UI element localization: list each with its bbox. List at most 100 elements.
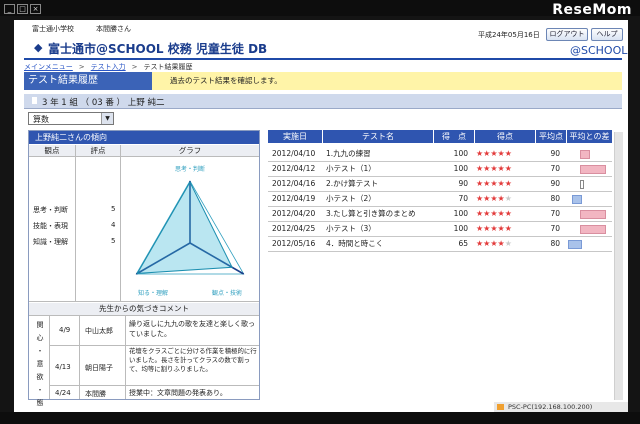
star-icon: ★ xyxy=(490,164,498,173)
radar-label-left: 知る・理解 xyxy=(138,289,168,297)
test-name: 4．時間と時こく xyxy=(326,239,384,248)
breadcrumb-main-menu[interactable]: メインメニュー xyxy=(24,63,73,71)
diamond-icon: ◆ xyxy=(34,41,43,54)
tendency-title: 上野純二さんの傾向 xyxy=(29,131,259,144)
breadcrumb-test-input[interactable]: テスト入力 xyxy=(91,63,126,71)
column-header-viewpoint: 観点 xyxy=(29,145,75,157)
category-char: ・ xyxy=(36,386,44,394)
test-name: 小テスト（2） xyxy=(326,194,376,203)
diff-bar xyxy=(580,210,606,219)
test-average: 80 xyxy=(550,239,560,248)
restore-icon[interactable]: □ xyxy=(17,4,28,14)
tendency-panel: 上野純二さんの傾向 観点 評点 グラフ 思考・判断 5 技能・表現 4 知識・理… xyxy=(28,130,260,407)
column-header-average: 平均点 xyxy=(536,130,566,143)
star-icon: ★ xyxy=(504,209,512,218)
chevron-right-icon: > xyxy=(78,63,85,71)
score-skill: 4 xyxy=(111,221,116,229)
test-score: 100 xyxy=(453,209,468,218)
star-icon: ★ xyxy=(504,224,512,233)
minimize-icon[interactable]: _ xyxy=(4,4,15,14)
teacher-name: 本間勝さん xyxy=(96,25,131,33)
test-name: 2.かけ算テスト xyxy=(326,179,379,188)
star-icon: ★ xyxy=(497,239,505,248)
student-bar: 3 年 1 組 （ 03 番 ） 上野 純二 xyxy=(24,94,622,109)
status-bar: PSC-PC(192.168.100.200) xyxy=(494,402,628,412)
score-stars: ★★★★★ xyxy=(476,223,512,234)
table-row: 2012/04/16 2.かけ算テスト 90 ★★★★★ 90 xyxy=(268,176,612,192)
table-row: 2012/04/19 小テスト（2） 70 ★★★★★ 80 xyxy=(268,191,612,207)
table-row: 2012/04/20 3.たし算と引き算のまとめ 100 ★★★★★ 70 xyxy=(268,206,612,222)
category-char: 欲 xyxy=(36,373,44,381)
section-description: 過去のテスト結果を確認します。 xyxy=(152,72,622,90)
star-icon: ★ xyxy=(504,179,512,188)
window-controls: _ □ × xyxy=(4,4,41,14)
score-thinking: 5 xyxy=(111,205,116,213)
table-row: 2012/04/12 小テスト（1） 100 ★★★★★ 70 xyxy=(268,161,612,177)
star-icon: ★ xyxy=(504,149,512,158)
star-icon: ★ xyxy=(504,164,512,173)
divider xyxy=(29,315,259,316)
test-average: 70 xyxy=(550,209,560,218)
diff-bar xyxy=(580,180,584,189)
divider xyxy=(125,315,126,399)
comment-teacher: 朝日陽子 xyxy=(85,364,113,372)
scrollbar[interactable] xyxy=(614,132,623,400)
score-stars: ★★★★★ xyxy=(476,208,512,219)
divider xyxy=(49,345,259,346)
chevron-down-icon[interactable]: ▼ xyxy=(101,113,113,124)
test-average: 80 xyxy=(550,194,560,203)
category-char: ・ xyxy=(36,347,44,355)
diff-bar xyxy=(568,240,582,249)
monitor-bezel-bottom xyxy=(0,412,640,424)
test-name: 小テスト（1） xyxy=(326,164,376,173)
category-char: 意 xyxy=(36,360,44,368)
comment-date: 4/9 xyxy=(59,326,71,334)
score-stars: ★★★★★ xyxy=(476,193,512,204)
page-title: 富士通市@SCHOOL 校務 児童生徒 DB xyxy=(48,42,268,56)
subject-select[interactable]: 算数 ▼ xyxy=(28,112,114,125)
column-header-graph: グラフ xyxy=(121,145,259,157)
network-icon xyxy=(497,404,504,410)
radar-label-right: 観点・技術 xyxy=(212,289,242,297)
results-table: 実施日 テスト名 得 点 得点 平均点 平均との差 2012/04/10 1.九九… xyxy=(268,130,612,270)
test-average: 90 xyxy=(550,149,560,158)
star-icon: ★ xyxy=(490,224,498,233)
square-icon xyxy=(32,97,37,104)
divider xyxy=(49,385,259,386)
star-icon: ★ xyxy=(490,239,498,248)
comments-header: 先生からの気づきコメント xyxy=(29,303,259,315)
score-stars: ★★★★★ xyxy=(476,148,512,159)
score-knowledge: 5 xyxy=(111,237,116,245)
score-stars: ★★★★★ xyxy=(476,178,512,189)
column-header-date: 実施日 xyxy=(268,130,322,143)
divider xyxy=(79,315,80,399)
test-score: 70 xyxy=(458,194,468,203)
comment-date: 4/24 xyxy=(55,389,71,397)
student-label: 3 年 1 組 （ 03 番 ） 上野 純二 xyxy=(42,98,165,108)
test-date: 2012/04/12 xyxy=(272,164,316,173)
test-score: 100 xyxy=(453,224,468,233)
radar-series xyxy=(136,181,233,274)
comment-text: 繰り返しに九九の歌を友達と楽しく歌っていました。 xyxy=(129,320,255,338)
brand-logo: @SCHOOL xyxy=(570,44,628,57)
test-score: 100 xyxy=(453,164,468,173)
section-title: テスト結果履歴 xyxy=(24,72,152,90)
radar-chart: 思考・判断 知る・理解 観点・技術 xyxy=(135,165,245,297)
test-name: 小テスト（3） xyxy=(326,224,376,233)
diff-bar xyxy=(580,225,606,234)
close-icon[interactable]: × xyxy=(30,4,41,14)
star-icon: ★ xyxy=(490,179,498,188)
score-stars: ★★★★★ xyxy=(476,163,512,174)
diff-bar xyxy=(572,195,582,204)
monitor-bezel-top: _ □ × ReseMom xyxy=(0,0,640,18)
test-average: 90 xyxy=(550,179,560,188)
chevron-right-icon: > xyxy=(131,63,138,71)
diff-bar xyxy=(580,150,590,159)
comment-teacher: 中山太郎 xyxy=(85,327,113,335)
comment-category: 関 心 ・ 意 欲 ・ 態 度 xyxy=(35,319,45,412)
column-header-test-name: テスト名 xyxy=(323,130,433,143)
column-header-rating: 評点 xyxy=(76,145,120,157)
star-icon: ★ xyxy=(497,194,505,203)
star-icon: ★ xyxy=(490,194,498,203)
school-name: 富士通小学校 xyxy=(32,25,74,33)
